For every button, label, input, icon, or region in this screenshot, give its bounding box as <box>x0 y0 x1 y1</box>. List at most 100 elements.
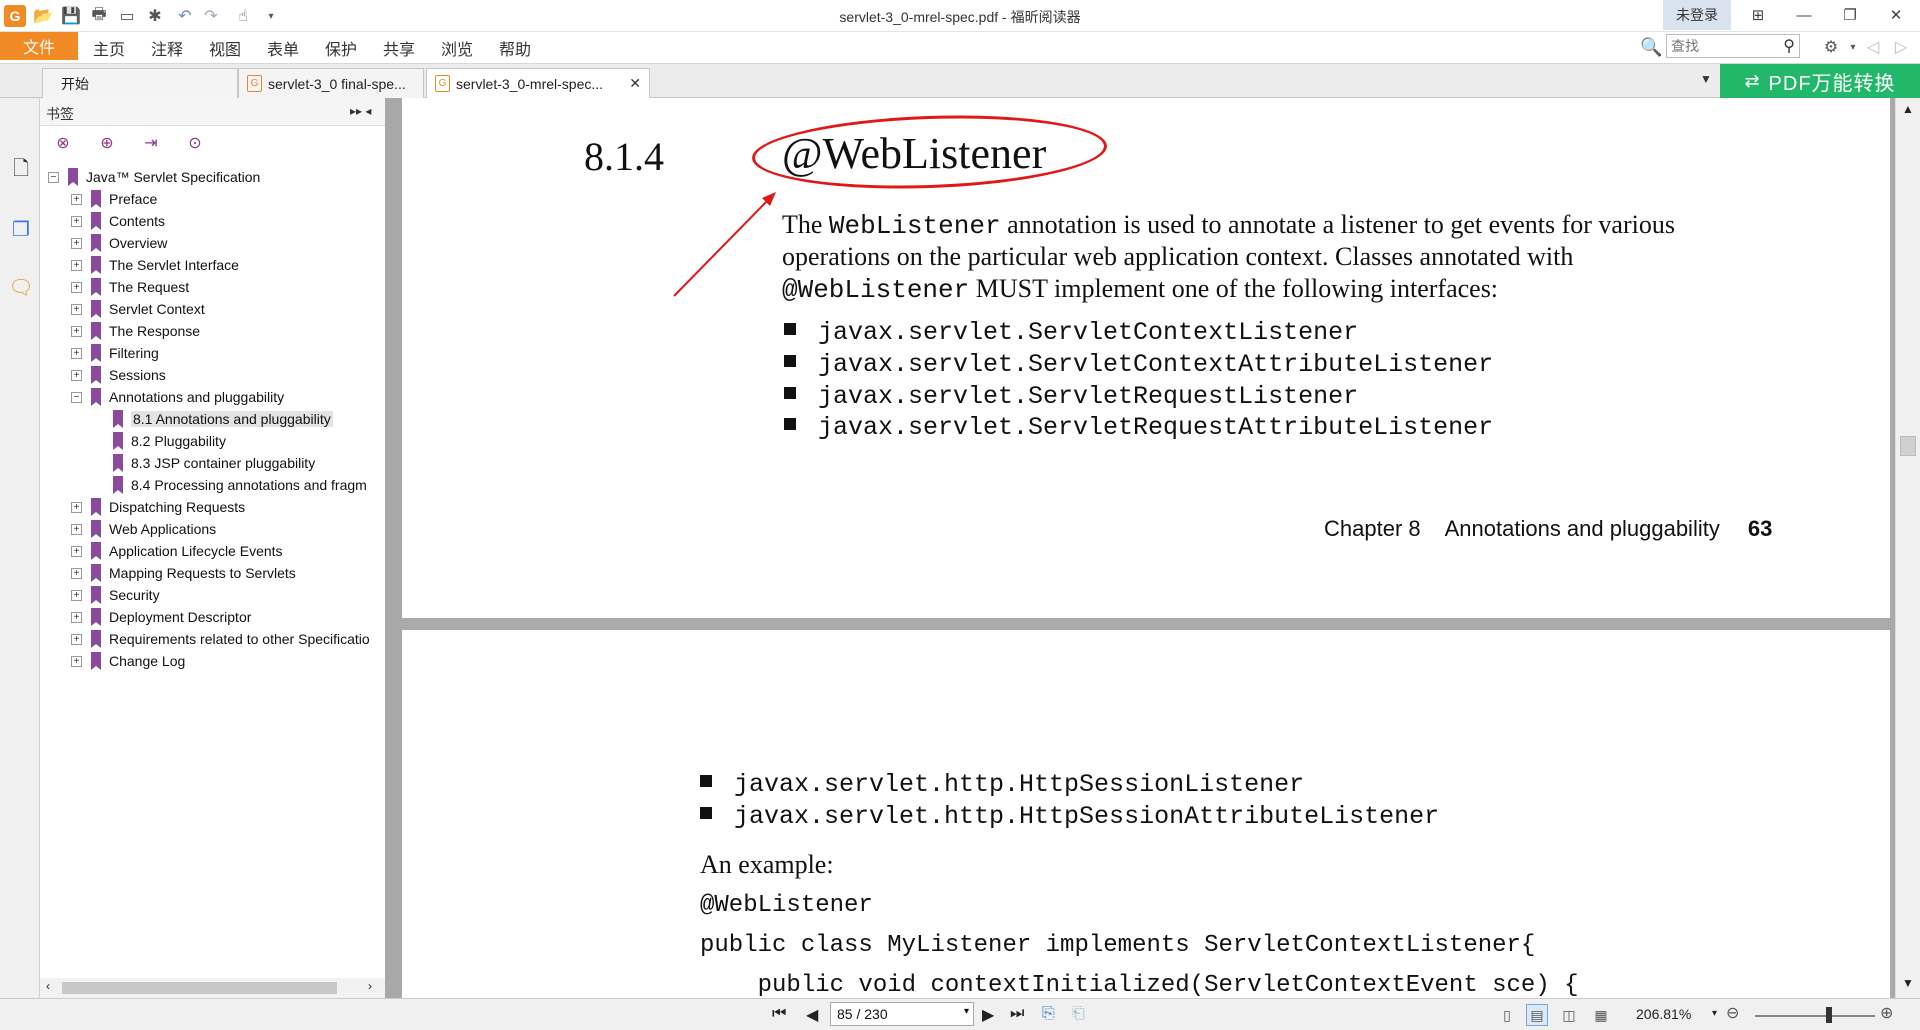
bookmark-item[interactable]: + Filtering <box>71 342 159 364</box>
pdf-convert-button[interactable]: ⇄ PDF万能转换 <box>1720 64 1920 98</box>
close-window-button[interactable]: ✕ <box>1873 0 1919 30</box>
document-viewport[interactable]: 8.1.4 @WebListener The WebListener annot… <box>400 98 1895 998</box>
tab-list-dropdown-icon[interactable]: ▼ <box>1700 72 1712 86</box>
bookmark-item[interactable]: + The Servlet Interface <box>71 254 239 276</box>
scroll-left-icon[interactable]: ‹ <box>46 979 50 993</box>
expand-node-icon[interactable]: + <box>71 655 82 667</box>
zoom-dropdown-icon[interactable]: ▾ <box>1712 1008 1717 1019</box>
expand-node-icon[interactable]: + <box>71 369 82 381</box>
bookmark-item[interactable]: 8.4 Processing annotations and fragm <box>113 474 367 496</box>
bookmark-item[interactable]: + The Response <box>71 320 200 342</box>
undo-icon[interactable]: ↶ <box>174 5 196 27</box>
expand-node-icon[interactable]: + <box>71 347 82 359</box>
zoom-out-icon[interactable]: ⊖ <box>1726 1003 1739 1023</box>
menu-home[interactable]: 主页 <box>93 36 125 60</box>
tab-mrel-spec[interactable]: G servlet-3_0-mrel-spec... ✕ <box>426 68 650 98</box>
bookmark-item[interactable]: + Overview <box>71 232 167 254</box>
minimize-button[interactable]: — <box>1781 0 1827 30</box>
bookmark-item[interactable]: + Mapping Requests to Servlets <box>71 562 296 584</box>
facing-view-icon[interactable]: ◫ <box>1558 1004 1580 1026</box>
panel-splitter[interactable] <box>385 98 400 998</box>
find-bookmark-icon[interactable]: ⊙ <box>184 132 206 154</box>
expand-node-icon[interactable]: + <box>71 545 82 557</box>
settings-dropdown-icon[interactable]: ▾ <box>1842 36 1864 58</box>
search-tools-icon[interactable]: 🔍 <box>1640 37 1662 58</box>
expand-node-icon[interactable]: + <box>71 611 82 623</box>
expand-node-icon[interactable]: + <box>71 501 82 513</box>
zoom-in-icon[interactable]: ⊕ <box>1880 1003 1893 1023</box>
previous-page-icon[interactable]: ◀ <box>806 1005 818 1025</box>
scrollbar-thumb[interactable] <box>1900 436 1916 456</box>
single-page-view-icon[interactable]: ▯ <box>1496 1004 1518 1026</box>
bookmark-item[interactable]: + Servlet Context <box>71 298 205 320</box>
tab-start[interactable]: 开始 <box>42 68 238 98</box>
redo-icon[interactable]: ↷ <box>200 5 222 27</box>
delete-bookmark-icon[interactable]: ⊗ <box>52 132 74 154</box>
window-icon[interactable]: ▭ <box>116 5 138 27</box>
login-button[interactable]: 未登录 <box>1663 0 1731 30</box>
bookmark-item[interactable]: + Deployment Descriptor <box>71 606 251 628</box>
bookmark-item[interactable]: + The Request <box>71 276 189 298</box>
expand-node-icon[interactable]: + <box>71 523 82 535</box>
first-page-icon[interactable]: ⏮ <box>772 1005 786 1023</box>
settings-gear-icon[interactable]: ⚙ <box>1820 36 1842 58</box>
bookmark-item[interactable]: 8.3 JSP container pluggability <box>113 452 315 474</box>
search-input[interactable] <box>1671 37 1775 55</box>
expand-node-icon[interactable]: + <box>71 325 82 337</box>
expand-node-icon[interactable]: + <box>71 281 82 293</box>
add-bookmark-icon[interactable]: ⊕ <box>96 132 118 154</box>
bookmark-item[interactable]: + Security <box>71 584 160 606</box>
bookmark-item[interactable]: + Contents <box>71 210 165 232</box>
scroll-up-icon[interactable]: ▲ <box>1902 102 1914 116</box>
next-page-icon[interactable]: ▶ <box>982 1005 994 1025</box>
open-folder-icon[interactable]: 📂 <box>32 5 54 27</box>
menu-file[interactable]: 文件 <box>0 32 78 60</box>
previous-view-icon[interactable]: ⎘ <box>1042 1005 1055 1023</box>
page-thumbnails-icon[interactable]: ❐ <box>8 216 34 242</box>
menu-browse[interactable]: 浏览 <box>441 36 473 60</box>
continuous-view-icon[interactable]: ▤ <box>1526 1004 1548 1026</box>
close-tab-icon[interactable]: ✕ <box>629 75 641 92</box>
expand-bookmark-icon[interactable]: ⇥ <box>140 132 162 154</box>
scroll-down-icon[interactable]: ▼ <box>1902 976 1914 990</box>
bookmark-item[interactable]: + Sessions <box>71 364 166 386</box>
zoom-slider[interactable] <box>1755 1015 1875 1017</box>
continuous-facing-view-icon[interactable]: ▦ <box>1590 1004 1612 1026</box>
scroll-right-icon[interactable]: › <box>368 979 372 993</box>
page-number-input[interactable]: 85 / 230 ▾ <box>830 1002 974 1026</box>
bookmark-horizontal-scrollbar[interactable]: ‹ › <box>40 978 385 998</box>
menu-help[interactable]: 帮助 <box>499 36 531 60</box>
scrollbar-thumb[interactable] <box>62 982 337 994</box>
search-icon[interactable]: ⚲ <box>1783 36 1795 56</box>
bookmark-item[interactable]: 8.2 Pluggability <box>113 430 226 452</box>
bookmark-item[interactable]: + Requirements related to other Specifica… <box>71 628 370 650</box>
zoom-slider-knob[interactable] <box>1826 1007 1832 1023</box>
bookmark-panel-icon[interactable]: 🗋 <box>8 158 34 184</box>
document-vertical-scrollbar[interactable]: ▲ ▼ <box>1895 98 1920 998</box>
expand-node-icon[interactable]: + <box>71 215 82 227</box>
collapse-node-icon[interactable]: − <box>48 171 59 183</box>
next-view-icon[interactable]: ⎗ <box>1072 1005 1085 1023</box>
bookmark-item[interactable]: + Preface <box>71 188 157 210</box>
bookmark-root[interactable]: − Java™ Servlet Specification <box>48 166 260 188</box>
tab-final-spec[interactable]: G servlet-3_0 final-spe... <box>238 68 424 98</box>
last-page-icon[interactable]: ⏭ <box>1010 1005 1024 1023</box>
hand-tool-icon[interactable]: ☝ <box>232 5 254 27</box>
bookmark-item[interactable]: + Application Lifecycle Events <box>71 540 283 562</box>
app-logo-icon[interactable]: G <box>4 5 26 27</box>
expand-node-icon[interactable]: + <box>71 589 82 601</box>
bookmark-item-selected[interactable]: 8.1 Annotations and pluggability <box>113 408 333 430</box>
expand-node-icon[interactable]: + <box>71 567 82 579</box>
menu-share[interactable]: 共享 <box>383 36 415 60</box>
page-dropdown-icon[interactable]: ▾ <box>964 1006 969 1017</box>
menu-protect[interactable]: 保护 <box>325 36 357 60</box>
menu-form[interactable]: 表单 <box>267 36 299 60</box>
menu-comment[interactable]: 注释 <box>151 36 183 60</box>
menu-view[interactable]: 视图 <box>209 36 241 60</box>
collapse-node-icon[interactable]: − <box>71 391 82 403</box>
bookmark-item[interactable]: + Web Applications <box>71 518 216 540</box>
new-icon[interactable]: ✱ <box>144 5 166 27</box>
print-icon[interactable]: 🖶 <box>88 5 110 27</box>
restore-button[interactable]: ❐ <box>1827 0 1873 30</box>
expand-node-icon[interactable]: + <box>71 237 82 249</box>
